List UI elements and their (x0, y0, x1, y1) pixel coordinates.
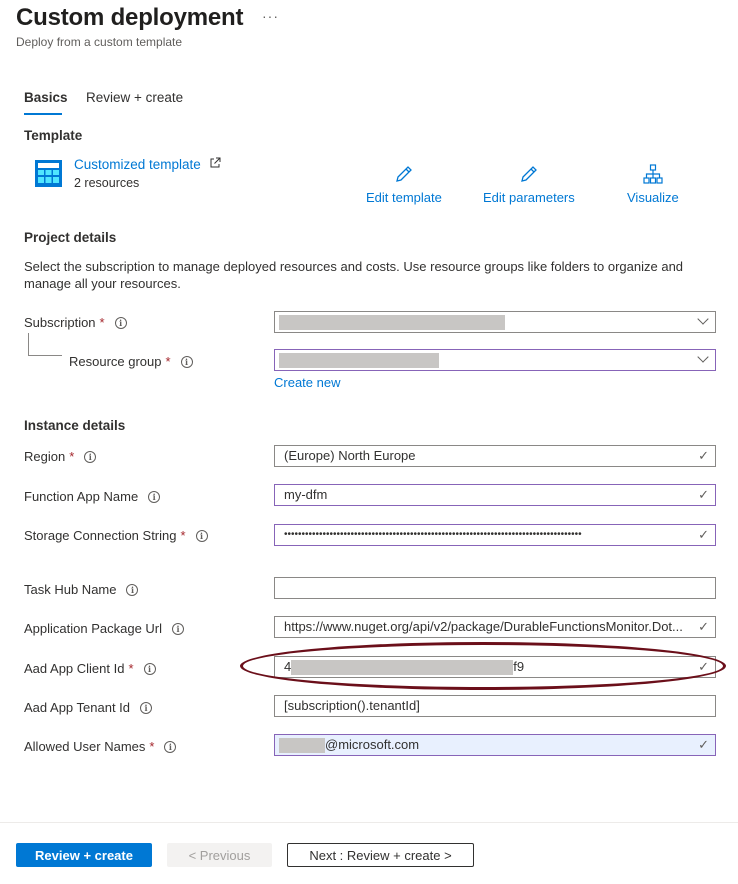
resource-group-label-text: Resource group (69, 354, 162, 369)
allowed-user-names-input[interactable]: @microsoft.com ✓ (274, 734, 716, 756)
resource-group-select[interactable] (274, 349, 716, 371)
application-package-url-value: https://www.nuget.org/api/v2/package/Dur… (284, 619, 683, 634)
aad-app-client-id-label: Aad App Client Id * i (24, 661, 156, 676)
customized-template-link[interactable]: Customized template (74, 157, 201, 172)
required-asterisk: * (99, 315, 105, 330)
pencil-icon (520, 166, 537, 182)
function-app-name-label-text: Function App Name (24, 489, 139, 504)
tree-connector (28, 333, 29, 355)
function-app-name-label: Function App Name i (24, 489, 161, 504)
page-subtitle: Deploy from a custom template (16, 35, 183, 49)
pencil-icon (396, 166, 412, 182)
edit-parameters-button[interactable]: Edit parameters (483, 164, 575, 205)
function-app-name-input[interactable]: my-dfm ✓ (274, 484, 716, 506)
info-icon[interactable]: i (140, 701, 153, 714)
application-package-url-input[interactable]: https://www.nuget.org/api/v2/package/Dur… (274, 616, 716, 638)
project-details-description: Select the subscription to manage deploy… (24, 259, 684, 291)
redacted-value (279, 353, 439, 369)
function-app-name-value: my-dfm (284, 487, 328, 502)
visualize-label: Visualize (627, 190, 679, 205)
storage-connection-string-input[interactable]: ••••••••••••••••••••••••••••••••••••••••… (274, 524, 716, 546)
info-icon[interactable]: i (114, 316, 127, 329)
allowed-user-names-label-text: Allowed User Names (24, 739, 146, 754)
tree-connector (28, 355, 62, 356)
info-icon[interactable]: i (172, 622, 185, 635)
previous-button[interactable]: < Previous (167, 843, 272, 867)
tab-review-create[interactable]: Review + create (86, 90, 183, 105)
info-icon[interactable]: i (180, 355, 193, 368)
create-new-link[interactable]: Create new (274, 375, 340, 390)
info-icon[interactable]: i (164, 740, 177, 753)
task-hub-name-input[interactable] (274, 577, 716, 599)
redacted-value (279, 738, 325, 754)
allowed-user-names-suffix: @microsoft.com (325, 737, 420, 752)
info-icon[interactable]: i (126, 583, 139, 596)
required-asterisk: * (149, 739, 155, 754)
storage-connection-string-label-text: Storage Connection String (24, 528, 177, 543)
subscription-select[interactable] (274, 311, 716, 333)
aad-app-tenant-id-label: Aad App Tenant Id i (24, 700, 153, 715)
template-grid-icon (35, 160, 62, 187)
application-package-url-label: Application Package Url i (24, 621, 185, 636)
checkmark-icon: ✓ (696, 617, 709, 637)
redacted-value (279, 315, 505, 331)
task-hub-name-label: Task Hub Name i (24, 582, 139, 597)
active-tab-indicator (24, 113, 62, 115)
more-options-icon[interactable]: ··· (262, 8, 279, 24)
template-heading: Template (24, 128, 83, 143)
footer-divider (0, 822, 738, 823)
review-create-button[interactable]: Review + create (16, 843, 152, 867)
region-label-text: Region (24, 449, 66, 464)
application-package-url-label-text: Application Package Url (24, 621, 163, 636)
page-title: Custom deployment (16, 4, 244, 31)
storage-connection-string-value: ••••••••••••••••••••••••••••••••••••••••… (284, 529, 582, 540)
instance-details-heading: Instance details (24, 418, 126, 433)
hierarchy-icon (643, 164, 663, 184)
visualize-button[interactable]: Visualize (627, 164, 679, 205)
tab-basics[interactable]: Basics (24, 90, 68, 105)
checkmark-icon: ✓ (698, 737, 709, 752)
task-hub-name-label-text: Task Hub Name (24, 582, 117, 597)
required-asterisk: * (165, 354, 171, 369)
subscription-label: Subscription * i (24, 315, 127, 330)
checkmark-icon: ✓ (698, 448, 709, 463)
aad-app-client-id-label-text: Aad App Client Id (24, 661, 125, 676)
edit-parameters-label: Edit parameters (483, 190, 575, 205)
checkmark-icon: ✓ (696, 525, 709, 545)
subscription-label-text: Subscription (24, 315, 96, 330)
aad-app-tenant-id-value: [subscription().tenantId] (284, 698, 420, 713)
aad-app-tenant-id-label-text: Aad App Tenant Id (24, 700, 131, 715)
region-select[interactable]: (Europe) North Europe ✓ (274, 445, 716, 467)
resource-count: 2 resources (74, 176, 140, 190)
chevron-down-icon (697, 351, 709, 363)
info-icon[interactable]: i (84, 450, 97, 463)
checkmark-icon: ✓ (698, 487, 709, 502)
edit-template-label: Edit template (366, 190, 442, 205)
next-review-create-button[interactable]: Next : Review + create > (287, 843, 474, 867)
project-details-heading: Project details (24, 230, 117, 245)
required-asterisk: * (180, 528, 186, 543)
info-icon[interactable]: i (148, 490, 161, 503)
required-asterisk: * (128, 661, 134, 676)
storage-connection-string-label: Storage Connection String * i (24, 528, 208, 543)
edit-template-button[interactable]: Edit template (366, 164, 442, 205)
annotation-highlight-ellipse (240, 642, 726, 690)
region-label: Region * i (24, 449, 97, 464)
required-asterisk: * (69, 449, 75, 464)
allowed-user-names-label: Allowed User Names * i (24, 739, 177, 754)
info-icon[interactable]: i (143, 662, 156, 675)
chevron-down-icon (697, 313, 709, 325)
resource-group-label: Resource group * i (69, 354, 193, 369)
info-icon[interactable]: i (195, 529, 208, 542)
external-link-icon[interactable] (209, 157, 221, 169)
region-value: (Europe) North Europe (284, 448, 416, 463)
aad-app-tenant-id-input[interactable]: [subscription().tenantId] (274, 695, 716, 717)
